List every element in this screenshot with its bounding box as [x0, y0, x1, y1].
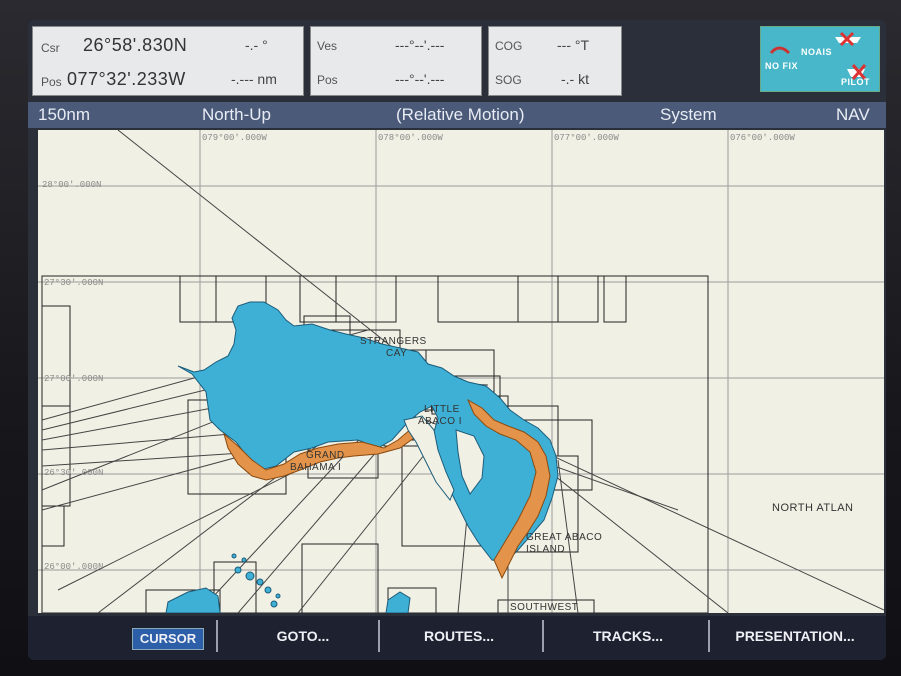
lon-label: 079°00'.000W [202, 133, 267, 143]
csr-bearing: -.- ° [245, 37, 268, 53]
eleuthera-shallows [385, 591, 411, 613]
lon-label: 078°00'.000W [378, 133, 443, 143]
vessel-box: Ves ---°--'.--- Pos ---°--'.--- [310, 26, 482, 96]
lon-label: 076°00'.000W [730, 133, 795, 143]
lat-label: 27°00'.000N [44, 374, 104, 384]
orientation-indicator[interactable]: North-Up [202, 105, 271, 125]
csr-latitude: 26°58'.830N [83, 35, 188, 55]
satellite-icon [769, 46, 791, 55]
cursor-softkey[interactable]: CURSOR [132, 628, 204, 650]
cog-value: --- °T [557, 37, 590, 53]
chart-graphic [38, 130, 884, 613]
place-label: GREAT ABACO [526, 532, 603, 543]
nautical-chart[interactable]: 079°00'.000W 078°00'.000W 077°00'.000W 0… [38, 130, 884, 613]
place-label: NORTH ATLAN [772, 502, 854, 514]
pos-longitude: 077°32'.233W [67, 69, 186, 89]
route-lines [41, 130, 884, 613]
pos-range: -.--- nm [231, 71, 277, 87]
vessel-pos-label: Pos [317, 73, 338, 87]
graticule [38, 130, 884, 613]
place-label: SOUTHWEST [510, 602, 579, 613]
softkey-divider [708, 620, 710, 652]
chartplotter-screen: Csr 26°58'.830N -.- ° Pos 077°32'.233W -… [28, 20, 886, 660]
presentation-softkey[interactable]: PRESENTATION... [714, 622, 876, 650]
chart-status-bar: 150nm North-Up (Relative Motion) System … [28, 102, 886, 128]
nav-indicator: NAV [836, 105, 870, 124]
place-label: LITTLE [424, 404, 460, 415]
cog-sog-box: COG --- °T SOG -.- kt [488, 26, 622, 96]
motion-mode-indicator[interactable]: (Relative Motion) [396, 105, 525, 125]
lat-label: 26°30'.000N [44, 468, 104, 478]
noais-label: NOAIS [801, 47, 833, 57]
place-label: BAHAMA I [290, 462, 342, 473]
lat-label: 26°00'.000N [44, 562, 104, 572]
status-icons-panel: NOAIS NO FIX PILOT [760, 26, 880, 92]
csr-label: Csr [41, 41, 60, 55]
cog-label: COG [495, 39, 523, 53]
sog-value: -.- kt [561, 71, 589, 87]
sog-label: SOG [495, 73, 522, 87]
routes-softkey[interactable]: ROUTES... [384, 622, 534, 650]
place-label: ABACO I [418, 416, 463, 427]
place-label: STRANGERS [360, 336, 427, 347]
tracks-softkey[interactable]: TRACKS... [548, 622, 708, 650]
vessel-pos-value: ---°--'.--- [395, 71, 445, 87]
lat-label: 27°30'.000N [44, 278, 104, 288]
goto-softkey[interactable]: GOTO... [228, 622, 378, 650]
pos-label: Pos [41, 75, 62, 89]
place-label: ISLAND [526, 544, 566, 555]
berry-islands-shallows [165, 587, 221, 613]
place-label: CAY [386, 348, 408, 359]
softkey-bar: CURSOR GOTO... ROUTES... TRACKS... PRESE… [28, 616, 886, 660]
cursor-position-box: Csr 26°58'.830N -.- ° Pos 077°32'.233W -… [32, 26, 304, 96]
range-indicator[interactable]: 150nm [38, 105, 90, 125]
system-indicator: System [660, 105, 717, 124]
softkey-divider [216, 620, 218, 652]
ves-value: ---°--'.--- [395, 37, 445, 53]
nofix-label: NO FIX [765, 61, 799, 71]
lon-label: 077°00'.000W [554, 133, 619, 143]
pilot-label: PILOT [841, 77, 870, 87]
softkey-divider [378, 620, 380, 652]
ves-label: Ves [317, 39, 338, 53]
softkey-divider [542, 620, 544, 652]
place-label: GRAND [306, 450, 345, 461]
lat-label: 28°00'.000N [42, 180, 102, 190]
